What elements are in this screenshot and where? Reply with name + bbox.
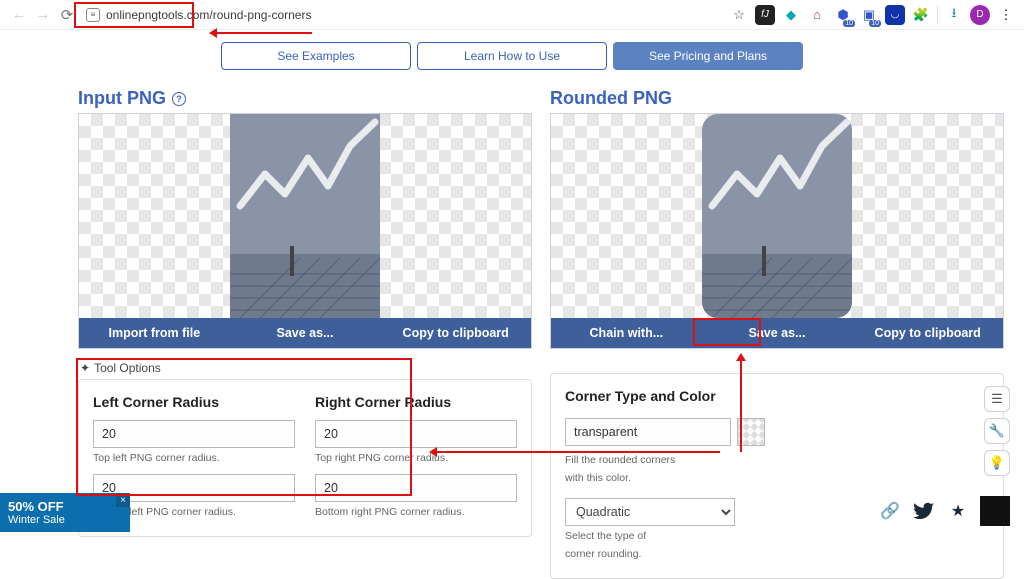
promo-banner[interactable]: × 50% OFF Winter Sale bbox=[0, 493, 130, 532]
tool-options-header: ✦ Tool Options bbox=[80, 361, 532, 375]
see-examples-button[interactable]: See Examples bbox=[221, 42, 411, 70]
address-bar[interactable]: ≡ onlinepngtools.com/round-png-corners bbox=[80, 3, 721, 27]
color-hint-2: with this color. bbox=[565, 472, 989, 484]
input-column: Input PNG ? Import from file Save as. bbox=[78, 88, 532, 579]
color-swatch[interactable] bbox=[737, 418, 765, 446]
list-icon[interactable]: ☰ bbox=[984, 386, 1010, 412]
corner-color-input[interactable] bbox=[565, 418, 731, 446]
site-info-icon[interactable]: ≡ bbox=[86, 8, 100, 22]
extension-icon[interactable]: fJ bbox=[755, 5, 775, 25]
promo-label: Winter Sale bbox=[8, 514, 122, 526]
bottom-right-hint: Bottom right PNG corner radius. bbox=[315, 506, 517, 518]
bookmark-star-icon[interactable]: ☆ bbox=[729, 5, 749, 25]
input-image bbox=[230, 114, 380, 318]
extension-icon[interactable]: ◆ bbox=[781, 5, 801, 25]
top-left-radius-input[interactable] bbox=[93, 420, 295, 448]
promo-percent: 50% OFF bbox=[8, 499, 122, 514]
corner-type-select[interactable]: Quadratic bbox=[565, 498, 735, 526]
right-radius-col: Right Corner Radius Top right PNG corner… bbox=[315, 394, 517, 528]
corner-type-title: Corner Type and Color bbox=[565, 388, 989, 404]
lightbulb-icon[interactable]: 💡 bbox=[984, 450, 1010, 476]
kebab-menu-icon[interactable]: ⋮ bbox=[996, 5, 1016, 25]
input-panel: Import from file Save as... Copy to clip… bbox=[78, 113, 532, 349]
output-actions: Chain with... Save as... Copy to clipboa… bbox=[551, 318, 1003, 348]
top-action-bar: See Examples Learn How to Use See Pricin… bbox=[0, 42, 1024, 70]
extensions-menu-icon[interactable]: 🧩 bbox=[911, 5, 931, 25]
left-radius-title: Left Corner Radius bbox=[93, 394, 295, 410]
chrome-extension-area: ☆ fJ ◆ ⌂ ⬢ ▣ ◡ 🧩 ⭳ D ⋮ bbox=[729, 5, 1016, 25]
download-icon[interactable]: ⭳ bbox=[944, 5, 964, 25]
bottom-right-radius-input[interactable] bbox=[315, 474, 517, 502]
browser-chrome: ← → ⟳ ≡ onlinepngtools.com/round-png-cor… bbox=[0, 0, 1024, 30]
output-panel: Chain with... Save as... Copy to clipboa… bbox=[550, 113, 1004, 349]
blackbox-widget[interactable] bbox=[980, 496, 1010, 526]
output-title: Rounded PNG bbox=[550, 88, 1004, 109]
radius-controls: Left Corner Radius Top left PNG corner r… bbox=[93, 394, 517, 528]
reload-button[interactable]: ⟳ bbox=[56, 4, 78, 26]
type-hint-2: corner rounding. bbox=[565, 548, 989, 560]
twitter-icon[interactable] bbox=[912, 499, 936, 523]
tool-options-label: Tool Options bbox=[94, 361, 161, 375]
copy-clipboard-button[interactable]: Copy to clipboard bbox=[852, 318, 1003, 348]
divider bbox=[937, 6, 938, 24]
favorite-star-icon[interactable]: ★ bbox=[946, 499, 970, 523]
input-actions: Import from file Save as... Copy to clip… bbox=[79, 318, 531, 348]
chain-with-button[interactable]: Chain with... bbox=[551, 318, 702, 348]
color-hint-1: Fill the rounded corners bbox=[565, 454, 989, 466]
top-right-radius-input[interactable] bbox=[315, 420, 517, 448]
help-icon[interactable]: ? bbox=[172, 92, 186, 106]
main-area: Input PNG ? Import from file Save as. bbox=[0, 88, 1024, 579]
learn-how-button[interactable]: Learn How to Use bbox=[417, 42, 607, 70]
corner-type-box: Corner Type and Color Fill the rounded c… bbox=[550, 373, 1004, 579]
output-title-text: Rounded PNG bbox=[550, 88, 672, 109]
floating-toolbar: ☰ 🔧 💡 bbox=[984, 386, 1010, 476]
close-icon[interactable]: × bbox=[116, 493, 130, 507]
pricing-button[interactable]: See Pricing and Plans bbox=[613, 42, 803, 70]
tool-options-box: Left Corner Radius Top left PNG corner r… bbox=[78, 379, 532, 537]
social-bar: 🔗 ★ bbox=[878, 496, 1010, 526]
input-title-text: Input PNG bbox=[78, 88, 166, 109]
extension-icon[interactable]: ◡ bbox=[885, 5, 905, 25]
extension-icon[interactable]: ⌂ bbox=[807, 5, 827, 25]
top-right-hint: Top right PNG corner radius. bbox=[315, 452, 517, 464]
input-title: Input PNG ? bbox=[78, 88, 532, 109]
copy-clipboard-button[interactable]: Copy to clipboard bbox=[380, 318, 531, 348]
save-as-button[interactable]: Save as... bbox=[702, 318, 853, 348]
top-left-hint: Top left PNG corner radius. bbox=[93, 452, 295, 464]
output-image bbox=[702, 114, 852, 318]
wand-icon: ✦ bbox=[80, 361, 90, 375]
profile-avatar[interactable]: D bbox=[970, 5, 990, 25]
extension-icon[interactable]: ▣ bbox=[859, 5, 879, 25]
back-button[interactable]: ← bbox=[8, 4, 30, 26]
url-text: onlinepngtools.com/round-png-corners bbox=[106, 8, 311, 22]
link-icon[interactable]: 🔗 bbox=[878, 499, 902, 523]
annotation-arrow bbox=[212, 32, 312, 34]
output-canvas[interactable] bbox=[551, 114, 1003, 318]
extension-icon[interactable]: ⬢ bbox=[833, 5, 853, 25]
wrench-icon[interactable]: 🔧 bbox=[984, 418, 1010, 444]
input-canvas[interactable] bbox=[79, 114, 531, 318]
import-button[interactable]: Import from file bbox=[79, 318, 230, 348]
save-as-button[interactable]: Save as... bbox=[230, 318, 381, 348]
forward-button[interactable]: → bbox=[32, 4, 54, 26]
right-radius-title: Right Corner Radius bbox=[315, 394, 517, 410]
